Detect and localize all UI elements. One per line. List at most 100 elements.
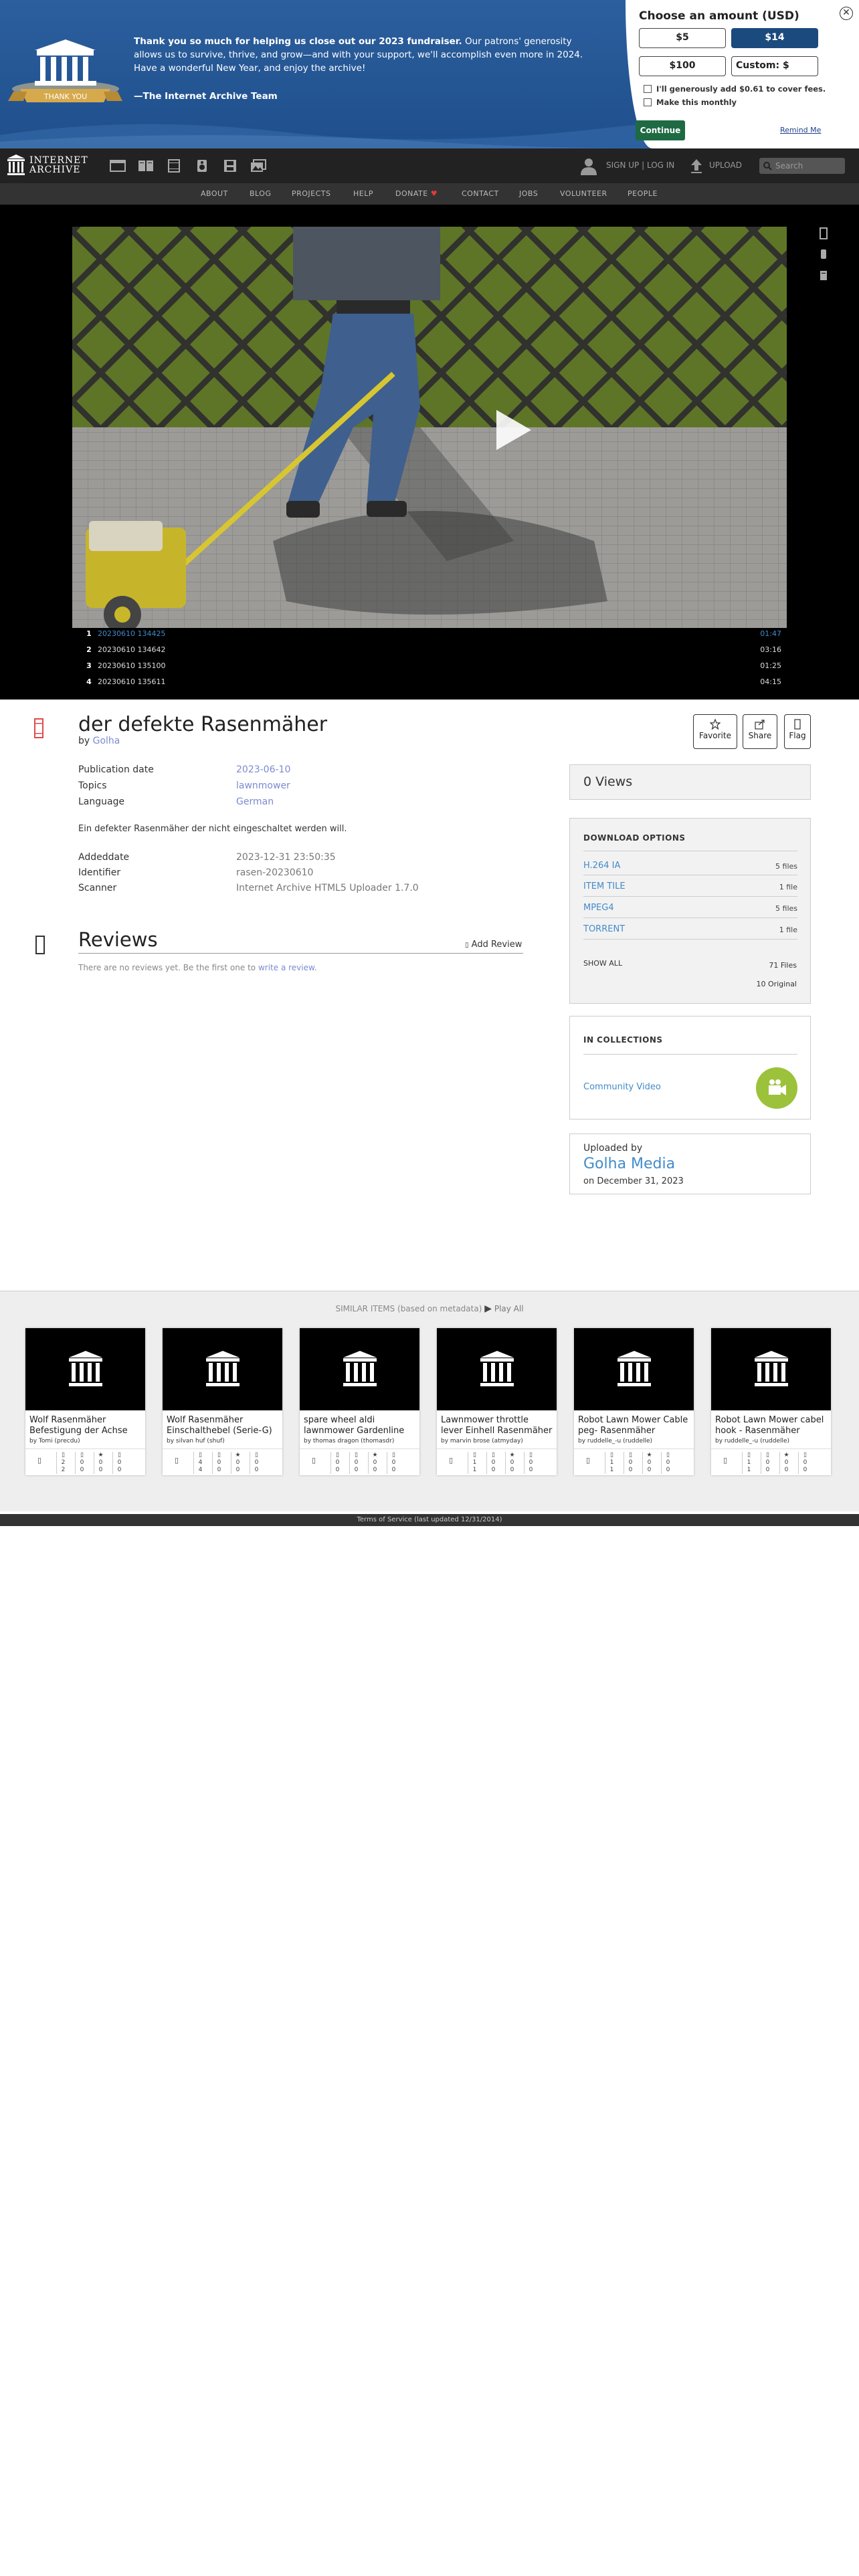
custom-amount-input[interactable]: Custom: $ (731, 56, 818, 76)
playlist-item[interactable]: 1 20230610 134425 01:47 (72, 626, 787, 642)
continue-button[interactable]: Continue (636, 120, 685, 140)
download-format-link[interactable]: MPEG4 (583, 903, 614, 913)
card-title-line-1[interactable]: Lawnmower throttle (441, 1415, 555, 1426)
card-title-line-2[interactable]: hook - Rasenmäher (715, 1426, 829, 1436)
topic-link[interactable]: lawnmower (236, 780, 290, 791)
similar-item-card[interactable]: Robot Lawn Mower Cable peg- Rasenmäher by … (574, 1328, 694, 1475)
card-title-line-1[interactable]: Robot Lawn Mower Cable (578, 1415, 692, 1426)
software-icon[interactable] (221, 158, 239, 173)
card-stats: ▯ ▯ 2 2 ▯ 0 0 ★ 0 0 ▯ 0 0 (25, 1448, 145, 1474)
card-thumbnail[interactable] (163, 1328, 282, 1410)
amount-100-button[interactable]: $100 (639, 56, 726, 76)
creator-link[interactable]: Golha (93, 736, 120, 746)
stat-icon: ▯ (355, 1452, 358, 1459)
amount-5-button[interactable]: $5 (639, 28, 726, 48)
card-title-line-2[interactable]: lawnmower Gardenline (304, 1426, 417, 1436)
similar-item-card[interactable]: Wolf Rasenmäher Einschalthebel (Serie-G) b… (163, 1328, 282, 1475)
card-thumbnail[interactable] (711, 1328, 831, 1410)
card-title-line-1[interactable]: Wolf Rasenmäher (29, 1415, 143, 1426)
download-format-link[interactable]: H.264 IA (583, 861, 620, 871)
video-frame[interactable] (72, 227, 787, 628)
similar-item-card[interactable]: spare wheel aldi lawnmower Gardenline by t… (300, 1328, 419, 1475)
movie-icon: ▯ (449, 1456, 454, 1465)
download-format-link[interactable]: TORRENT (583, 924, 625, 934)
playlist-icon[interactable] (818, 269, 830, 282)
upload-link[interactable]: UPLOAD (709, 160, 742, 170)
stat-value: 0 (803, 1467, 807, 1473)
nav-jobs[interactable]: JOBS (519, 189, 538, 198)
download-format-link[interactable]: ITEM TILE (583, 881, 626, 891)
favorite-button[interactable]: Favorite (693, 714, 737, 749)
card-title-line-2[interactable]: lever Einhell Rasenmäher (441, 1426, 555, 1436)
nav-contact[interactable]: CONTACT (462, 189, 499, 198)
pencil-icon: ▯ (465, 942, 469, 949)
nav-about[interactable]: ABOUT (201, 189, 228, 198)
fee-checkbox-row[interactable]: I'll generously add $0.61 to cover fees. (644, 84, 826, 94)
show-all-link[interactable]: SHOW ALL (583, 959, 622, 968)
playlist-duration: 01:25 (760, 661, 781, 670)
texts-icon[interactable] (137, 158, 155, 173)
similar-item-card[interactable]: Wolf Rasenmäher Befestigung der Achse by T… (25, 1328, 145, 1475)
download-row-torrent[interactable]: TORRENT 1 file (583, 924, 797, 934)
flag-button[interactable]: Flag (784, 714, 811, 749)
download-row-item-tile[interactable]: ITEM TILE 1 file (583, 881, 797, 891)
user-icon[interactable] (579, 156, 598, 175)
close-icon[interactable]: ✕ (840, 7, 853, 20)
search-input[interactable]: Search (759, 158, 845, 174)
write-review-link[interactable]: write a review. (258, 963, 317, 972)
card-title-line-1[interactable]: spare wheel aldi (304, 1415, 417, 1426)
card-stat: ▯ 0 0 (524, 1452, 537, 1474)
video-icon[interactable] (165, 158, 183, 173)
nav-projects[interactable]: PROJECTS (292, 189, 331, 198)
card-title-line-1[interactable]: Wolf Rasenmäher (167, 1415, 280, 1426)
card-title-line-2[interactable]: Einschalthebel (Serie-G) (167, 1426, 280, 1436)
audio-only-icon[interactable] (818, 247, 830, 261)
download-row-h264[interactable]: H.264 IA 5 files (583, 861, 797, 871)
collection-link[interactable]: Community Video (583, 1082, 661, 1092)
play-all-button[interactable]: ▶ Play All (484, 1303, 523, 1314)
upload-icon[interactable] (689, 158, 704, 174)
card-thumbnail[interactable] (574, 1328, 694, 1410)
logo-ribbon-text: THANK YOU (43, 92, 87, 101)
fee-checkbox[interactable] (644, 85, 652, 93)
share-button[interactable]: Share (743, 714, 777, 749)
remind-me-link[interactable]: Remind Me (780, 126, 821, 134)
images-icon[interactable] (250, 158, 267, 173)
card-title-line-2[interactable]: peg- Rasenmäher (578, 1426, 692, 1436)
collections-panel: IN COLLECTIONS Community Video (569, 1016, 811, 1119)
embed-icon[interactable] (818, 227, 830, 240)
stat-value: 4 (198, 1459, 203, 1466)
nav-donate[interactable]: DONATE ♥ (395, 189, 438, 198)
playlist-item[interactable]: 3 20230610 135100 01:25 (72, 658, 787, 674)
playlist-item[interactable]: 2 20230610 134642 03:16 (72, 642, 787, 658)
audio-icon[interactable] (193, 158, 211, 173)
card-thumbnail[interactable] (25, 1328, 145, 1410)
nav-blog[interactable]: BLOG (250, 189, 271, 198)
nav-help[interactable]: HELP (353, 189, 373, 198)
collection-badge[interactable] (756, 1067, 797, 1109)
views-count: 0 Views (569, 764, 811, 800)
monthly-checkbox-row[interactable]: Make this monthly (644, 98, 737, 107)
card-thumbnail[interactable] (437, 1328, 557, 1410)
uploader-link[interactable]: Golha Media (583, 1156, 675, 1172)
play-icon[interactable] (487, 406, 535, 454)
card-title-line-2[interactable]: Befestigung der Achse (29, 1426, 143, 1436)
add-review-button[interactable]: ▯ Add Review (465, 940, 522, 950)
nav-people[interactable]: PEOPLE (628, 189, 658, 198)
card-title-line-1[interactable]: Robot Lawn Mower cabel (715, 1415, 829, 1426)
internet-archive-logo[interactable]: INTERNET ARCHIVE (7, 154, 88, 177)
nav-volunteer[interactable]: VOLUNTEER (560, 189, 607, 198)
download-row-mpeg4[interactable]: MPEG4 5 files (583, 903, 797, 913)
monthly-checkbox[interactable] (644, 98, 652, 106)
similar-item-card[interactable]: Lawnmower throttle lever Einhell Rasenmäh… (437, 1328, 557, 1475)
publication-date-link[interactable]: 2023-06-10 (236, 764, 290, 775)
footer-terms-link[interactable]: Terms of Service (last updated 12/31/201… (0, 1514, 859, 1526)
heart-icon: ♥ (430, 189, 438, 198)
signup-login-link[interactable]: SIGN UP | LOG IN (606, 160, 674, 170)
card-thumbnail[interactable] (300, 1328, 419, 1410)
playlist-item[interactable]: 4 20230610 135611 04:15 (72, 674, 787, 690)
language-link[interactable]: German (236, 796, 274, 807)
similar-item-card[interactable]: Robot Lawn Mower cabel hook - Rasenmäher b… (711, 1328, 831, 1475)
web-icon[interactable] (109, 158, 126, 173)
amount-14-button[interactable]: $14 (731, 28, 818, 48)
